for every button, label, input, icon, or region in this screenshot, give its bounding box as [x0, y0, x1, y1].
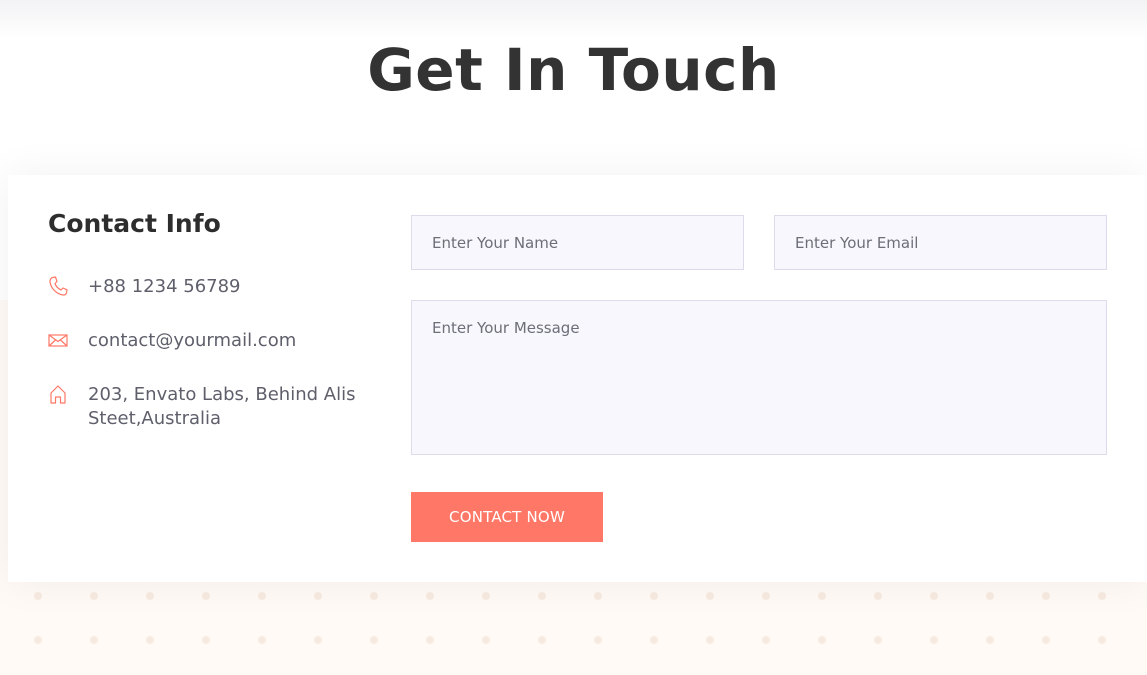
message-textarea[interactable] — [411, 300, 1107, 455]
contact-info-heading: Contact Info — [48, 209, 221, 238]
phone-text: +88 1234 56789 — [88, 276, 241, 297]
home-icon — [48, 383, 68, 405]
phone-icon — [48, 275, 68, 297]
contact-address: 203, Envato Labs, Behind Alis Steet,Aust… — [48, 383, 378, 431]
mail-icon — [48, 329, 68, 351]
address-text: 203, Envato Labs, Behind Alis Steet,Aust… — [88, 384, 356, 429]
contact-now-button[interactable]: CONTACT NOW — [411, 492, 603, 542]
contact-card: Contact Info +88 1234 56789 contact@your… — [8, 175, 1147, 582]
name-input[interactable] — [411, 215, 744, 270]
contact-phone: +88 1234 56789 — [48, 275, 378, 299]
contact-email: contact@yourmail.com — [48, 329, 378, 353]
email-text: contact@yourmail.com — [88, 330, 297, 351]
page-title: Get In Touch — [367, 36, 780, 104]
email-input[interactable] — [774, 215, 1107, 270]
